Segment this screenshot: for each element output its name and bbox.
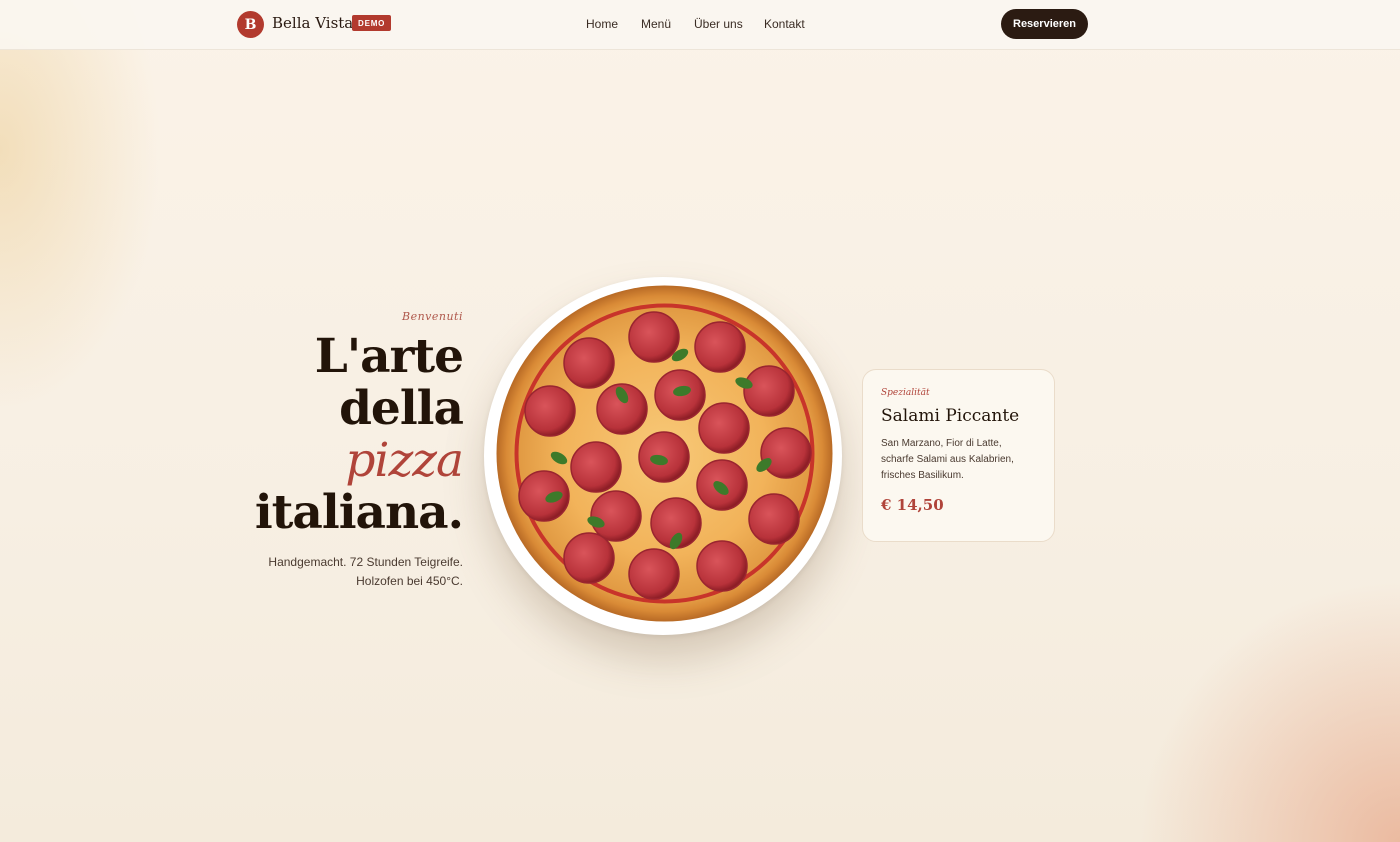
salami-slice	[570, 441, 622, 493]
special-eyebrow: Spezialität	[881, 388, 930, 398]
salami-slice	[694, 321, 746, 373]
nav-links: Home Menü Über uns Kontakt	[0, 17, 1400, 33]
hero-eyebrow: Benvenuti	[401, 310, 463, 323]
hero-subtext-line-2: Holzofen bei 450°C.	[356, 574, 463, 588]
special-price: € 14,50	[881, 496, 944, 514]
nav-link-menu[interactable]: Menü	[641, 17, 671, 31]
nav-link-contact[interactable]: Kontakt	[764, 17, 805, 31]
salami-slice	[760, 427, 812, 479]
headline-line-1: L'arte	[314, 329, 464, 384]
headline-line-4: italiana.	[254, 485, 464, 540]
special-card[interactable]: Spezialität Salami Piccante San Marzano,…	[862, 369, 1055, 542]
top-navigation: B Bella Vista DEMO Home Menü Über uns Ko…	[0, 0, 1400, 50]
hero-text: Benvenuti L'arte della pizza italiana. H…	[200, 310, 464, 591]
hero-headline: L'arte della pizza italiana.	[200, 329, 464, 540]
special-desc-line-1: San Marzano, Fior di Latte,	[881, 438, 1002, 449]
special-desc-line-3: frisches Basilikum.	[881, 470, 964, 481]
nav-link-home[interactable]: Home	[586, 17, 618, 31]
hero-subtext-line-1: Handgemacht. 72 Stunden Teigreife.	[268, 555, 463, 569]
salami-slice	[743, 365, 795, 417]
headline-line-2: della	[339, 381, 464, 436]
salami-slice	[563, 337, 615, 389]
salami-slice	[590, 490, 642, 542]
salami-slice	[748, 493, 800, 545]
salami-slice	[563, 532, 615, 584]
hero-subtext: Handgemacht. 72 Stunden Teigreife. Holzo…	[200, 553, 463, 591]
special-desc-line-2: scharfe Salami aus Kalabrien,	[881, 454, 1014, 465]
salami-slice	[698, 402, 750, 454]
special-title: Salami Piccante	[881, 406, 1020, 426]
salami-slice	[696, 540, 748, 592]
salami-slice	[628, 548, 680, 600]
salami-slice	[628, 311, 680, 363]
reserve-button[interactable]: Reservieren	[1001, 9, 1088, 39]
nav-link-about[interactable]: Über uns	[694, 17, 743, 31]
salami-slice	[524, 385, 576, 437]
special-description: San Marzano, Fior di Latte, scharfe Sala…	[881, 436, 1036, 484]
pizza-image	[496, 285, 833, 622]
headline-accent: pizza	[345, 433, 464, 488]
